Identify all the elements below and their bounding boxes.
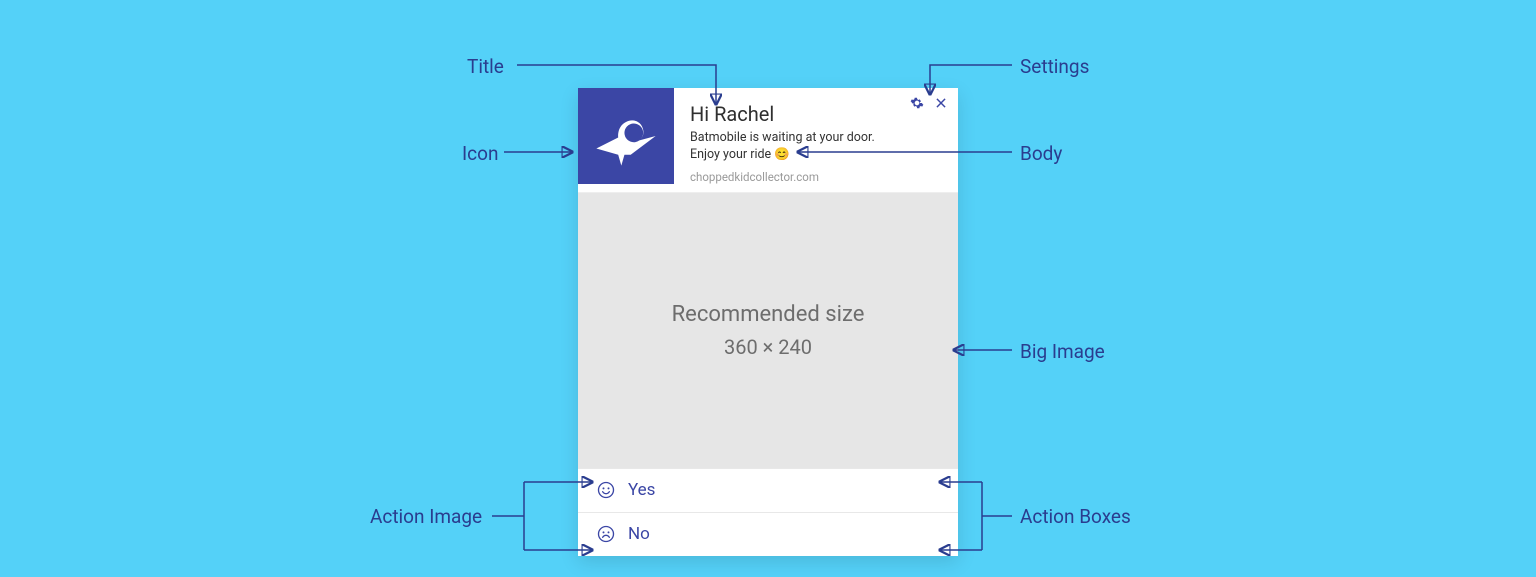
notification-body: Batmobile is waiting at your door. Enjoy… [690,130,942,164]
gear-icon [910,96,924,110]
notification-big-image: Recommended size 360 × 240 [578,192,958,468]
annotation-title: Title [467,55,504,78]
settings-button[interactable] [910,96,924,110]
annotation-settings: Settings [1020,55,1089,78]
body-emoji: 😊 [774,147,790,162]
big-image-line-2: 360 × 240 [724,335,812,359]
body-line-1: Batmobile is waiting at your door. [690,130,875,145]
notification-card: Hi Rachel Batmobile is waiting at your d… [578,88,958,556]
notification-domain: choppedkidcollector.com [690,170,942,184]
action-no-label: No [628,524,650,544]
notification-title: Hi Rachel [690,102,942,126]
annotation-action-image: Action Image [370,505,482,528]
action-yes[interactable]: Yes [578,468,958,512]
annotation-big-image: Big Image [1020,340,1105,363]
annotation-action-boxes: Action Boxes [1020,505,1131,528]
annotation-body: Body [1020,142,1062,165]
close-button[interactable] [934,96,948,110]
close-icon [934,96,948,110]
bird-icon [587,97,665,175]
big-image-line-1: Recommended size [672,302,865,327]
body-line-2: Enjoy your ride [690,147,774,162]
annotation-icon: Icon [462,142,498,165]
notification-header: Hi Rachel Batmobile is waiting at your d… [578,88,958,192]
notification-controls [910,96,948,110]
action-yes-label: Yes [628,480,655,500]
action-no[interactable]: No [578,512,958,556]
frown-icon [596,524,616,544]
smile-icon [596,480,616,500]
notification-app-icon [578,88,674,184]
